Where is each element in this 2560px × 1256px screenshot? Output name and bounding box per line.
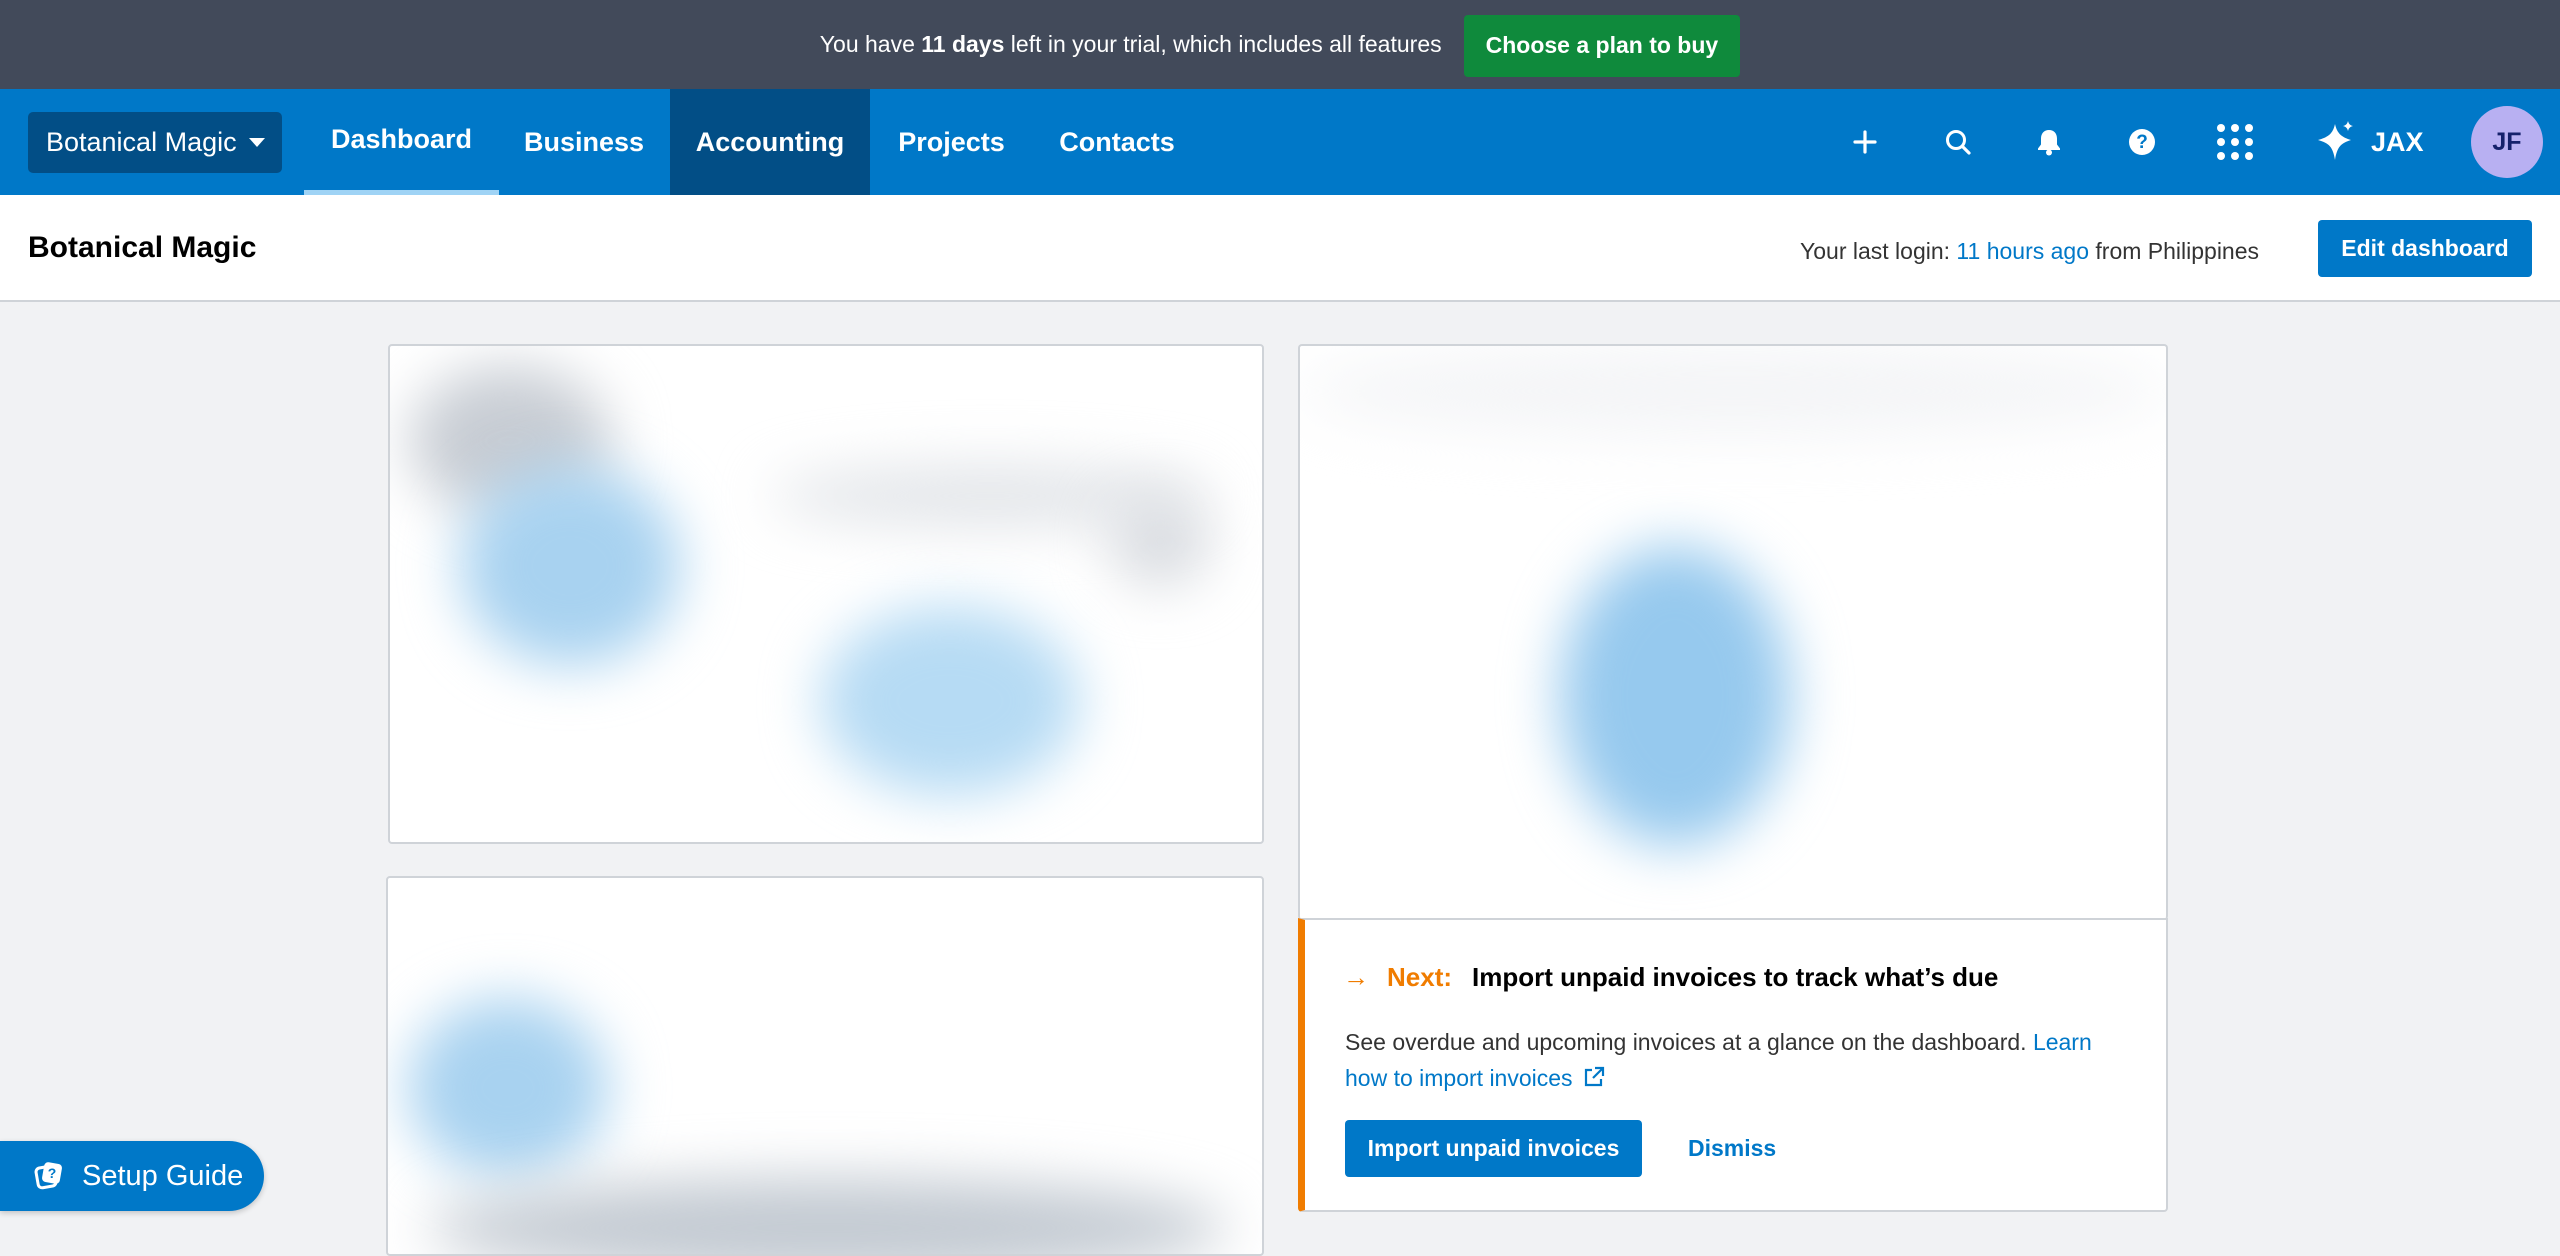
sparkle-icon <box>2318 121 2353 160</box>
setup-guide-label: Setup Guide <box>82 1159 244 1192</box>
apps-grid-icon[interactable] <box>2210 89 2260 195</box>
page-title: Botanical Magic <box>28 231 257 264</box>
choose-plan-button[interactable]: Choose a plan to buy <box>1463 14 1741 77</box>
bell-icon[interactable] <box>2024 89 2074 195</box>
tab-contacts[interactable]: Contacts <box>1033 89 1201 195</box>
next-step-description: See overdue and upcoming invoices at a g… <box>1345 1024 2135 1098</box>
page-header: Botanical Magic Your last login: 11 hour… <box>0 195 2560 302</box>
setup-guide-icon: ? <box>34 1162 62 1190</box>
trial-message: You have 11 days left in your trial, whi… <box>819 31 1442 57</box>
tab-projects[interactable]: Projects <box>870 89 1033 195</box>
last-login-link[interactable]: 11 hours ago <box>1956 238 2089 264</box>
top-navigation: Botanical Magic Dashboard Business Accou… <box>0 89 2560 195</box>
next-step-card: → Next: Import unpaid invoices to track … <box>1298 918 2168 1212</box>
next-step-title: Import unpaid invoices to track what’s d… <box>1472 962 1999 992</box>
blurred-widget <box>1298 344 2168 920</box>
setup-guide-button[interactable]: ? Setup Guide <box>0 1141 264 1211</box>
external-link-icon <box>1583 1062 1605 1098</box>
search-icon[interactable] <box>1933 89 1983 195</box>
next-label: Next: <box>1387 962 1453 992</box>
next-step-heading: → Next: Import unpaid invoices to track … <box>1343 962 1998 993</box>
tab-accounting[interactable]: Accounting <box>670 89 870 195</box>
tab-dashboard[interactable]: Dashboard <box>304 89 499 195</box>
help-icon[interactable]: ? <box>2117 89 2167 195</box>
svg-text:?: ? <box>48 1165 57 1181</box>
edit-dashboard-button[interactable]: Edit dashboard <box>2318 220 2532 277</box>
jax-button[interactable]: JAX <box>2313 89 2433 195</box>
dismiss-button[interactable]: Dismiss <box>1688 1120 1776 1177</box>
avatar[interactable]: JF <box>2471 106 2543 178</box>
last-login-info: Your last login: 11 hours ago from Phili… <box>1800 238 2260 264</box>
jax-label: JAX <box>2371 126 2424 157</box>
trial-banner: You have 11 days left in your trial, whi… <box>0 0 2560 89</box>
blurred-widget <box>388 344 1264 844</box>
blurred-widget <box>386 876 1264 1256</box>
tab-business[interactable]: Business <box>499 89 669 195</box>
import-unpaid-invoices-button[interactable]: Import unpaid invoices <box>1345 1120 1642 1177</box>
plus-icon[interactable] <box>1840 89 1890 195</box>
svg-text:?: ? <box>2136 132 2148 153</box>
arrow-right-icon: → <box>1343 962 1369 992</box>
org-switcher[interactable]: Botanical Magic <box>28 112 282 173</box>
org-switcher-label: Botanical Magic <box>46 127 237 157</box>
caret-down-icon <box>248 138 265 147</box>
